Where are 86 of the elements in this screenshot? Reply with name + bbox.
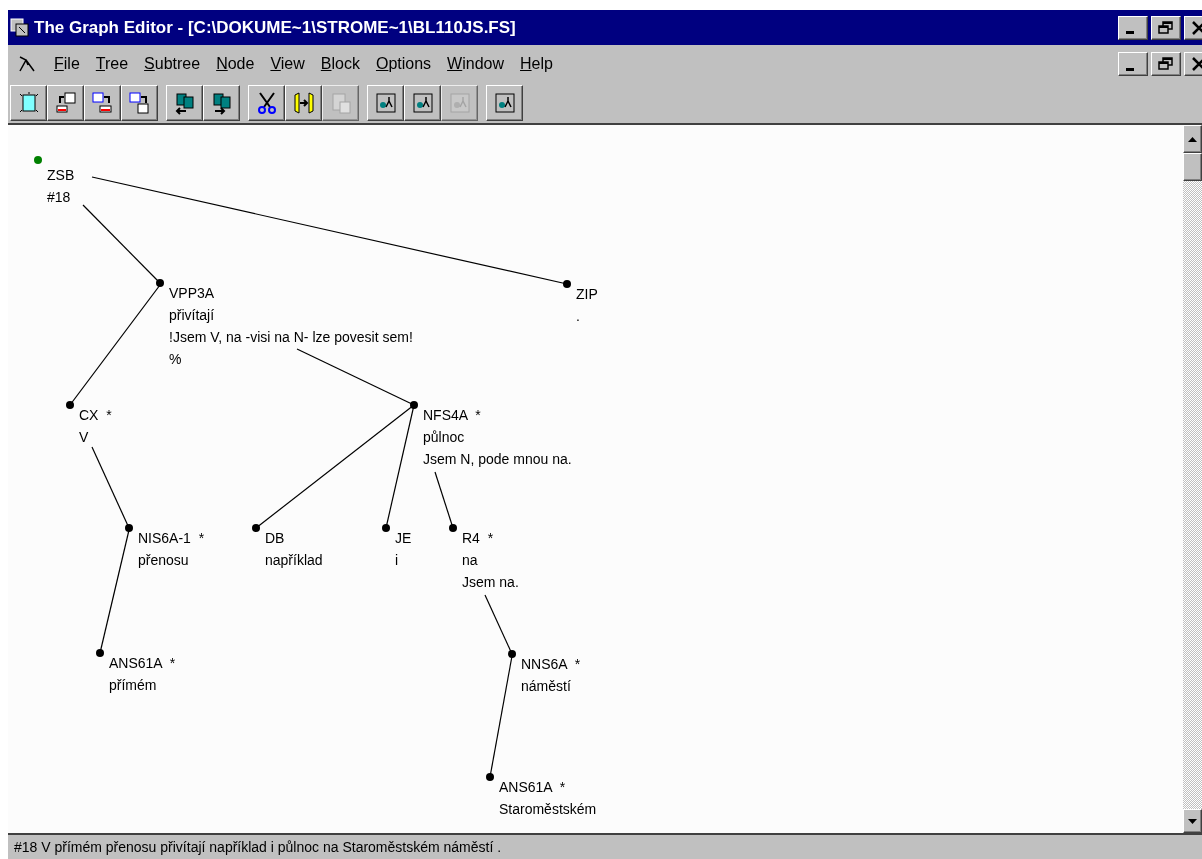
down-arrow-icon bbox=[1188, 818, 1197, 824]
menu-item[interactable]: Node bbox=[208, 52, 263, 76]
node-dot[interactable] bbox=[96, 649, 104, 657]
menu-item[interactable]: View bbox=[262, 52, 313, 76]
node-dot[interactable] bbox=[66, 401, 74, 409]
node-text: V bbox=[79, 428, 89, 447]
document-arrow-icon bbox=[53, 91, 78, 115]
menu-item[interactable]: Subtree bbox=[136, 52, 209, 76]
node-dot[interactable] bbox=[410, 401, 418, 409]
node-dot[interactable] bbox=[563, 280, 571, 288]
menu-item[interactable]: Tree bbox=[87, 52, 137, 76]
document-arrow-icon bbox=[90, 91, 115, 115]
minimize-icon bbox=[1126, 31, 1134, 34]
window-title: The Graph Editor - [C:\DOKUME~1\STROME~1\BL110JS.FS] bbox=[34, 16, 516, 39]
menu-item[interactable]: File bbox=[46, 52, 88, 76]
toolbar-button[interactable] bbox=[248, 85, 285, 121]
toolbar-button[interactable] bbox=[404, 85, 441, 121]
tree-icon bbox=[492, 91, 517, 115]
node-tag: ANS61A * bbox=[499, 776, 566, 798]
toolbar-button[interactable] bbox=[166, 85, 203, 121]
toolbar-button[interactable] bbox=[285, 85, 322, 121]
node-text: náměstí bbox=[521, 677, 571, 696]
toolbar-button[interactable] bbox=[10, 85, 47, 121]
scrollbar[interactable] bbox=[1183, 125, 1202, 833]
node-text: Jsem N, pode mnou na. bbox=[423, 450, 572, 469]
node-text: přenosu bbox=[138, 551, 189, 570]
node-tag: NFS4A * bbox=[423, 404, 481, 426]
node-text: půlnoc bbox=[423, 428, 465, 447]
restore-icon bbox=[1157, 57, 1175, 71]
node-text: . bbox=[576, 307, 580, 326]
toolbar-button[interactable] bbox=[486, 85, 523, 121]
node-tag: ANS61A * bbox=[109, 652, 176, 674]
node-text: Jsem na. bbox=[462, 573, 519, 592]
node-text: #18 bbox=[47, 188, 71, 207]
minimize-button[interactable] bbox=[1118, 15, 1148, 40]
tree-icon bbox=[447, 91, 472, 115]
minimize-icon bbox=[1126, 67, 1134, 71]
scroll-down-button[interactable] bbox=[1183, 809, 1202, 833]
node-dot[interactable] bbox=[449, 524, 457, 532]
node-dot[interactable] bbox=[382, 524, 390, 532]
scroll-thumb[interactable] bbox=[1183, 153, 1202, 181]
node-dot[interactable] bbox=[34, 156, 42, 164]
scroll-up-button[interactable] bbox=[1183, 125, 1202, 153]
node-dot[interactable] bbox=[252, 524, 260, 532]
menu-item[interactable]: Block bbox=[312, 52, 368, 76]
node-tag: VPP3A bbox=[169, 282, 215, 304]
node-tag: ZSB bbox=[47, 164, 75, 186]
menu-item[interactable]: Help bbox=[512, 52, 561, 76]
up-arrow-icon bbox=[1188, 136, 1197, 142]
close-icon bbox=[1190, 20, 1202, 35]
toolbar-button[interactable] bbox=[121, 85, 158, 121]
node-tag: DB bbox=[265, 527, 285, 549]
windows-icon bbox=[10, 17, 30, 38]
toolbar-button[interactable] bbox=[367, 85, 404, 121]
node-tag: NIS6A-1 * bbox=[138, 527, 205, 549]
node-text: například bbox=[265, 551, 323, 570]
node-tag: CX * bbox=[79, 404, 112, 426]
status-text: #18 V přímém přenosu přivítají například i půlnoc na Staroměstském náměstí . bbox=[14, 837, 502, 857]
node-dot[interactable] bbox=[156, 279, 164, 287]
toolbar-button[interactable] bbox=[203, 85, 240, 121]
node-text: !Jsem V, na -visi na N- lze povesit sem! bbox=[169, 328, 413, 347]
restore-icon bbox=[1157, 20, 1175, 35]
minimize-button[interactable] bbox=[1118, 52, 1148, 76]
node-dot[interactable] bbox=[486, 773, 494, 781]
node-text: přímém bbox=[109, 676, 157, 695]
node-dot[interactable] bbox=[508, 650, 516, 658]
node-tag: JE bbox=[395, 527, 412, 549]
node-text: i bbox=[395, 551, 399, 570]
menu-item[interactable]: Window bbox=[439, 52, 513, 76]
toolbar-button[interactable] bbox=[84, 85, 121, 121]
restore-button[interactable] bbox=[1151, 52, 1181, 76]
tree-icon bbox=[410, 91, 435, 115]
document-arrow-icon bbox=[127, 91, 152, 115]
node-tag: R4 * bbox=[462, 527, 494, 549]
toolbar-button[interactable] bbox=[47, 85, 84, 121]
tree-icon bbox=[373, 91, 398, 115]
node-text: přivítají bbox=[169, 306, 215, 325]
node-text: % bbox=[169, 350, 182, 369]
node-dot[interactable] bbox=[125, 524, 133, 532]
node-tag: ZIP bbox=[576, 283, 598, 305]
restore-button[interactable] bbox=[1151, 15, 1181, 40]
menu-item[interactable]: Options bbox=[367, 52, 440, 76]
bracket-arrow-icon bbox=[291, 91, 316, 115]
node-text: Staroměstském bbox=[499, 800, 597, 819]
node-text: na bbox=[462, 551, 478, 570]
node-tag: NNS6A * bbox=[521, 653, 581, 675]
